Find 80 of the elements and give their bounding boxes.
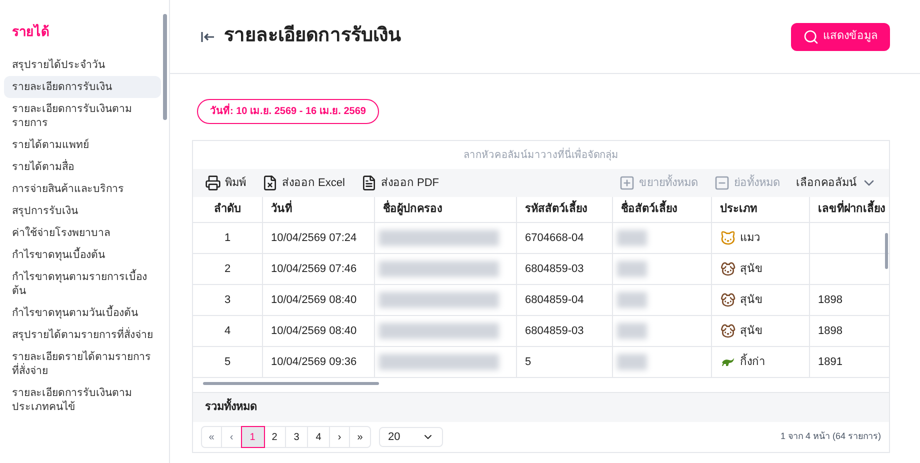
group-panel-hint: ลากหัวคอลัมน์มาวางที่นี่เพื่อจัดกลุ่ม	[462, 146, 620, 163]
table-cell: 6704668-04	[517, 223, 613, 253]
table-cell: 6804859-04	[517, 285, 613, 315]
column-header[interactable]: ลำดับ	[193, 197, 263, 222]
table-cell-text: 1898	[818, 292, 842, 308]
search-icon	[803, 28, 819, 44]
table-cell: 10/04/2569 08:40	[263, 285, 375, 315]
page-button[interactable]: 4	[308, 427, 330, 447]
plus-square-icon	[619, 175, 635, 191]
dog-icon	[720, 261, 736, 277]
table-cell: 10/04/2569 09:36	[263, 347, 375, 377]
sidebar-item[interactable]: การจ่ายสินค้าและบริการ	[4, 178, 161, 200]
page-button[interactable]: 3	[286, 427, 308, 447]
table-cell: 6804859-03	[517, 316, 613, 346]
pager-button[interactable]: »	[350, 427, 370, 447]
spreadsheet-icon	[262, 175, 278, 191]
sidebar-item[interactable]: สรุปการรับเงิน	[4, 200, 161, 222]
sidebar-item[interactable]: สรุปรายได้ตามรายการที่สั่งจ่าย	[4, 324, 161, 346]
redacted-block	[617, 230, 647, 246]
redacted-block	[617, 323, 647, 339]
table-cell: 10/04/2569 07:46	[263, 254, 375, 284]
table-cell: 2	[193, 254, 263, 284]
pager-button[interactable]: «	[202, 427, 222, 447]
total-label: รวมทั้งหมด	[205, 399, 257, 416]
redacted-block	[617, 261, 647, 277]
show-data-button[interactable]: แสดงข้อมูล	[791, 22, 890, 50]
date-range-badge: วันที่: 10 เม.ย. 2569 - 16 เม.ย. 2569	[197, 99, 379, 124]
sidebar-section-title: รายได้	[11, 22, 50, 41]
page-title: รายละเอียดการรับเงิน	[224, 24, 402, 48]
cat-icon	[720, 230, 736, 246]
toolbar-button[interactable]: พิมพ์	[205, 174, 246, 192]
scrollbar[interactable]	[163, 14, 167, 120]
sidebar-item[interactable]: กำไรขาดทุนตามวันเบื้องต้น	[4, 302, 161, 324]
table-cell-text: 1898	[818, 324, 842, 339]
table-cell: 3	[193, 285, 263, 315]
table-cell: 10/04/2569 08:40	[263, 316, 375, 346]
species-label: แมว	[740, 230, 760, 246]
column-header[interactable]: ประเภท	[712, 197, 810, 222]
table-cell-text: 1891	[818, 354, 842, 370]
page-button[interactable]: 2	[264, 427, 286, 447]
column-header[interactable]: ชื่อสัตว์เลี้ยง	[613, 197, 712, 222]
species-label: สุนัข	[740, 262, 763, 277]
sidebar-item[interactable]: รายละเอียดการรับเงินตามรายการ	[4, 98, 161, 134]
dog-icon	[720, 292, 736, 308]
printer-icon	[205, 175, 221, 191]
column-header[interactable]: รหัสสัตว์เลี้ยง	[517, 197, 613, 222]
column-header[interactable]: วันที่	[263, 197, 375, 222]
sidebar-item[interactable]: กำไรขาดทุนเบื้องต้น	[4, 244, 161, 266]
pager-button[interactable]: ›	[330, 427, 350, 447]
redacted-block	[617, 292, 647, 308]
table-cell: 5	[517, 347, 613, 377]
page-size-select[interactable]: 20	[379, 427, 443, 447]
dog-icon	[720, 323, 736, 339]
table-cell: 5	[193, 347, 263, 377]
sidebar-item[interactable]: รายละเอียดการรับเงิน	[4, 76, 161, 98]
pager-summary: 1 จาก 4 หน้า (64 รายการ)	[780, 430, 881, 444]
table-cell: 4	[193, 316, 263, 346]
minus-square-icon	[714, 175, 730, 191]
sidebar-item[interactable]: ค่าใช้จ่ายโรงพยาบาล	[4, 222, 161, 244]
table-cell: 10/04/2569 07:24	[263, 223, 375, 253]
column-chooser-button[interactable]: เลือกคอลัมน์	[796, 174, 877, 192]
sidebar-item[interactable]: รายละเอียดการรับเงินตามประเภทคนไข้	[4, 382, 161, 418]
sidebar-item[interactable]: รายได้ตามสื่อ	[4, 156, 161, 178]
column-header[interactable]: ชื่อผู้ปกครอง	[375, 197, 517, 222]
species-label: สุนัข	[740, 324, 763, 339]
redacted-block	[617, 354, 647, 370]
table-cell: 6804859-03	[517, 254, 613, 284]
document-icon	[360, 175, 377, 191]
horizontal-scrollbar[interactable]	[203, 382, 379, 385]
table-cell: 1	[193, 223, 263, 253]
vertical-scrollbar[interactable]	[885, 233, 888, 269]
sidebar-item[interactable]: รายละเอียดรายได้ตามรายการที่สั่งจ่าย	[4, 346, 161, 382]
toolbar-button[interactable]: ส่งออก Excel	[262, 174, 345, 192]
species-label: กิ้งก่า	[740, 354, 765, 370]
species-label: สุนัข	[740, 292, 763, 308]
sidebar-item[interactable]: สรุปรายได้ประจำวัน	[4, 54, 161, 76]
toolbar-button[interactable]: ส่งออก PDF	[360, 174, 440, 192]
column-header[interactable]: เลขที่ฝากเลี้ยง	[810, 197, 889, 222]
sidebar-item[interactable]: รายได้ตามแพทย์	[4, 134, 161, 156]
sidebar-item[interactable]: กำไรขาดทุนตามรายการเบื้องต้น	[4, 266, 161, 302]
